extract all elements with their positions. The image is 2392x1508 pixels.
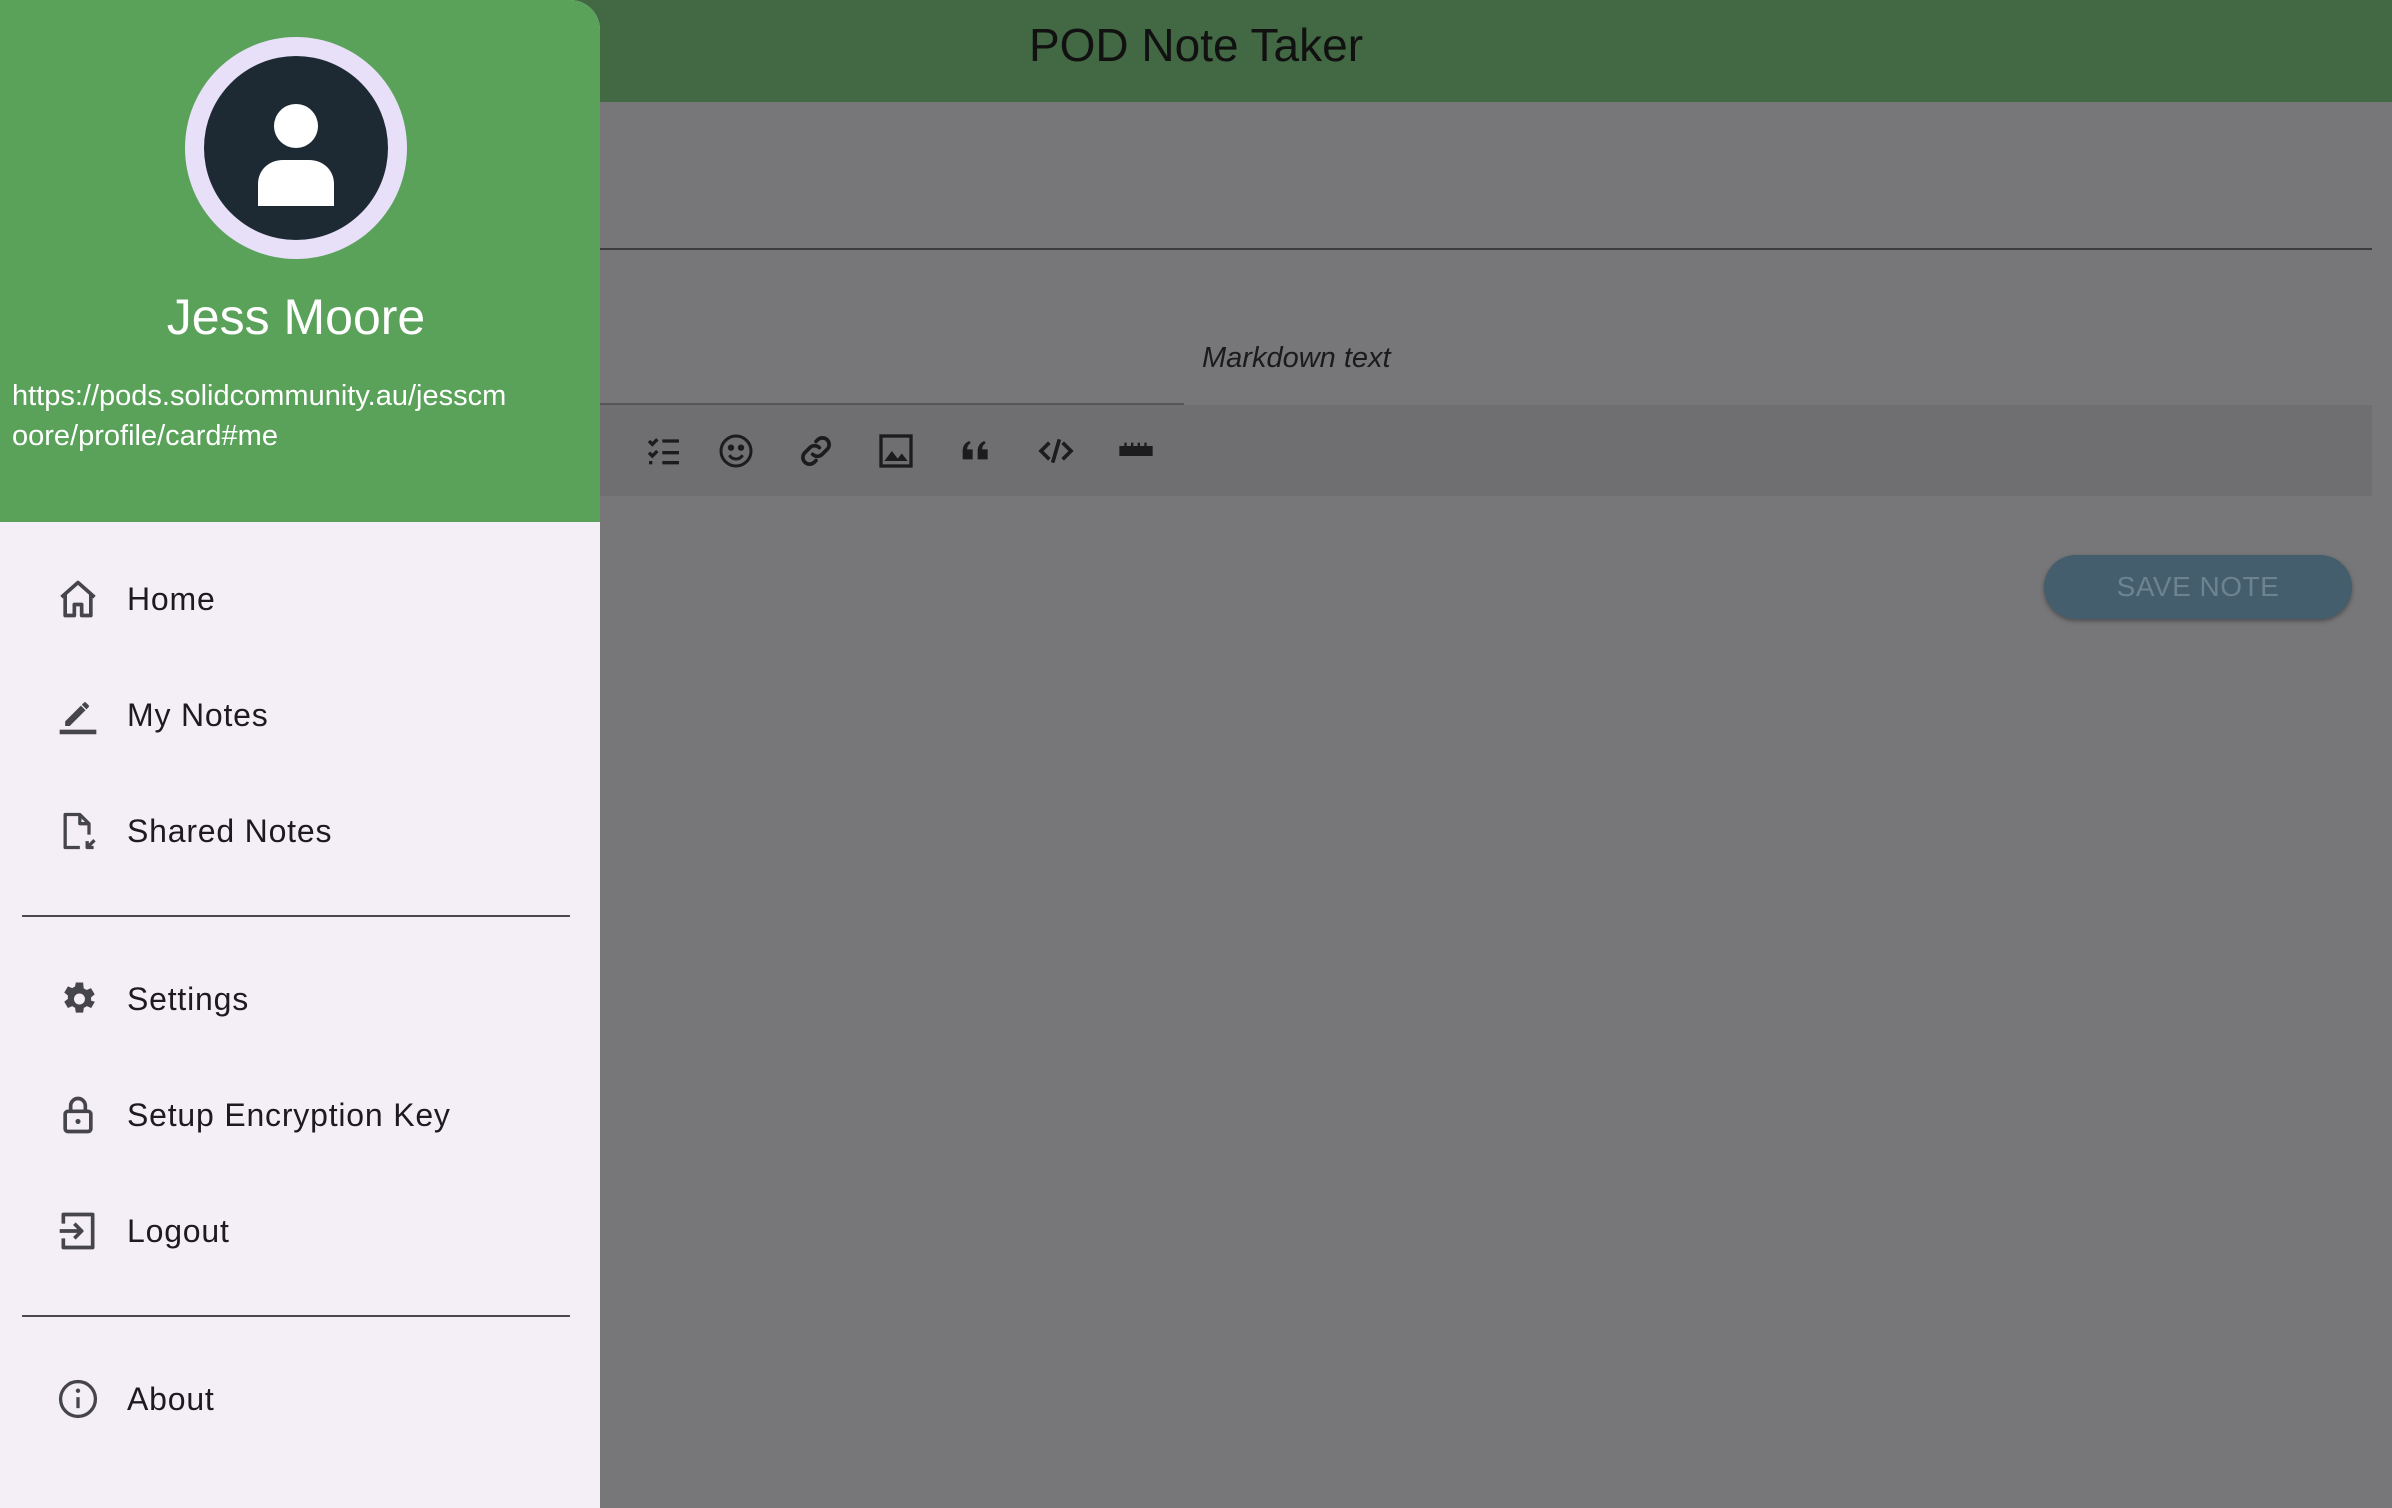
horizontal-rule-icon[interactable] (1110, 425, 1162, 477)
drawer-item-logout[interactable]: Logout (0, 1181, 600, 1281)
avatar (185, 37, 407, 259)
drawer-item-label: Shared Notes (127, 812, 333, 849)
drawer-item-shared-notes[interactable]: Shared Notes (0, 781, 600, 881)
code-icon[interactable] (1030, 425, 1082, 477)
image-icon[interactable] (870, 425, 922, 477)
save-note-button[interactable]: SAVE NOTE (2044, 555, 2352, 619)
gear-icon (54, 975, 102, 1023)
drawer-item-label: Home (127, 580, 216, 617)
drawer-header: Jess Moore https://pods.solidcommunity.a… (0, 0, 600, 522)
edit-note-icon (54, 691, 102, 739)
shared-file-icon (54, 807, 102, 855)
drawer-divider (22, 915, 570, 917)
home-icon (54, 575, 102, 623)
drawer-item-about[interactable]: About (0, 1349, 600, 1449)
drawer-item-label: Setup Encryption Key (127, 1096, 451, 1133)
person-icon (258, 104, 334, 206)
checklist-icon[interactable] (638, 425, 690, 477)
drawer-item-home[interactable]: Home (0, 549, 600, 649)
drawer-item-settings[interactable]: Settings (0, 949, 600, 1049)
quote-icon[interactable] (950, 425, 1002, 477)
link-icon[interactable] (790, 425, 842, 477)
info-icon (54, 1375, 102, 1423)
emoji-icon[interactable] (710, 425, 762, 477)
drawer-item-label: About (127, 1380, 215, 1417)
drawer-divider (22, 1315, 570, 1317)
profile-webid: https://pods.solidcommunity.au/jesscmoor… (12, 380, 507, 452)
user-name: Jess Moore (166, 289, 426, 345)
drawer-item-label: My Notes (127, 696, 269, 733)
lock-icon (54, 1091, 102, 1139)
navigation-drawer: Jess Moore https://pods.solidcommunity.a… (0, 0, 600, 1508)
markdown-text-label: Markdown text (1202, 342, 1391, 374)
drawer-item-setup-encryption-key[interactable]: Setup Encryption Key (0, 1065, 600, 1165)
drawer-item-my-notes[interactable]: My Notes (0, 665, 600, 765)
drawer-item-label: Settings (127, 980, 250, 1017)
logout-icon (54, 1207, 102, 1255)
drawer-item-label: Logout (127, 1212, 230, 1249)
